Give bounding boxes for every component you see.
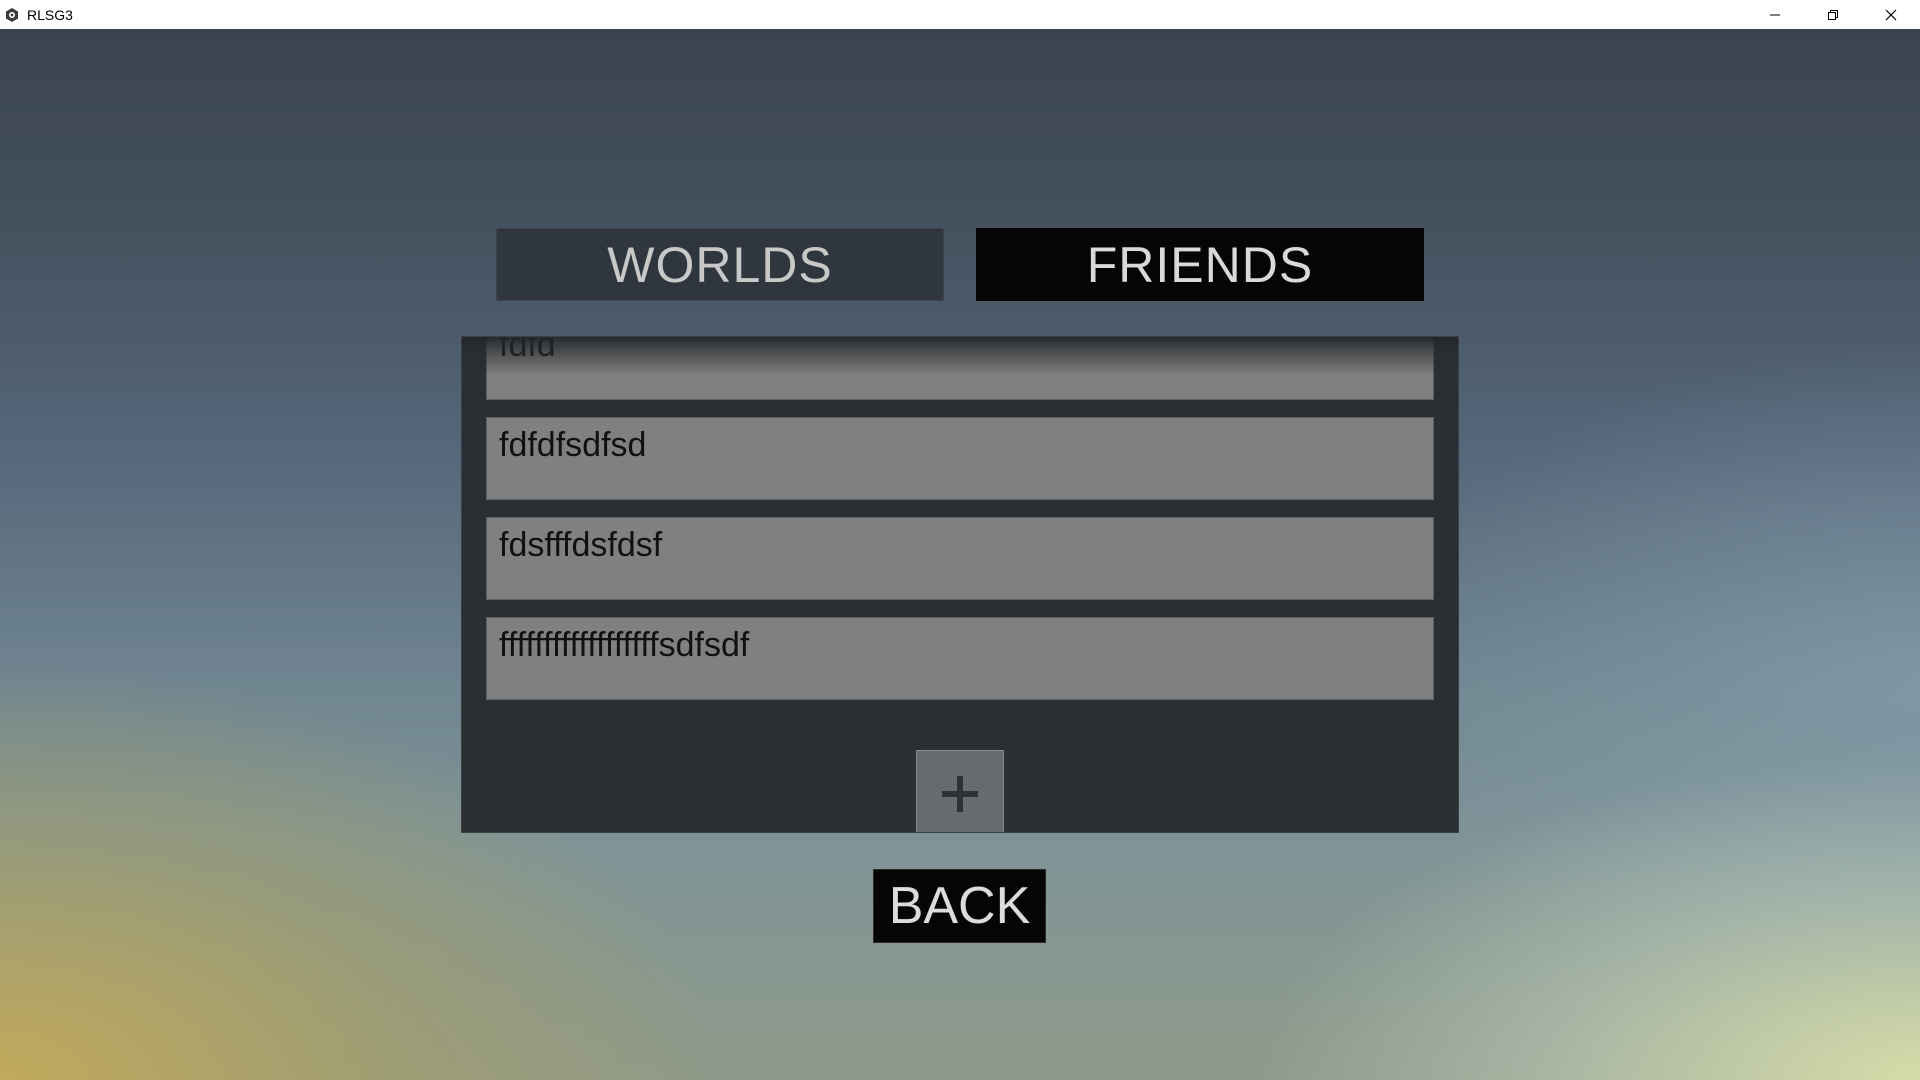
window-title: RLSG3 [27, 6, 73, 23]
window-controls [1746, 0, 1920, 29]
friend-item[interactable]: fdsfffdsfdsf [486, 517, 1434, 600]
restore-button[interactable] [1804, 0, 1862, 29]
tab-friends-label: FRIENDS [1086, 236, 1314, 293]
minimize-icon [1770, 14, 1780, 15]
tab-worlds-label: WORLDS [607, 236, 833, 293]
close-icon [1885, 9, 1897, 20]
friend-name: ffffffffffffffffffsdfsdf [499, 626, 750, 664]
friends-list: fdfd fdfdfsdfsd fdsfffdsfdsf fffffffffff… [486, 336, 1434, 717]
gear-icon [3, 6, 21, 24]
friend-item[interactable]: ffffffffffffffffffsdfsdf [486, 617, 1434, 700]
add-friend-button[interactable] [916, 750, 1004, 832]
friends-panel[interactable]: fdfd fdfdfsdfsd fdsfffdsfdsf fffffffffff… [461, 336, 1459, 833]
restore-icon [1828, 9, 1838, 20]
close-button[interactable] [1862, 0, 1920, 29]
friend-name: fdfdfsdfsd [499, 426, 647, 464]
minimize-button[interactable] [1746, 0, 1804, 29]
back-button-label: BACK [888, 877, 1031, 935]
title-bar[interactable]: RLSG3 [0, 0, 1920, 29]
friend-name: fdsfffdsfdsf [499, 526, 663, 564]
plus-icon [942, 776, 978, 812]
back-button[interactable]: BACK [873, 869, 1046, 943]
game-viewport: WORLDS FRIENDS fdfd fdfdfsdfsd fdsfffdsf… [0, 29, 1920, 1080]
friend-item[interactable]: fdfd [486, 336, 1434, 400]
friend-item[interactable]: fdfdfsdfsd [486, 417, 1434, 500]
tab-friends[interactable]: FRIENDS [976, 228, 1424, 301]
game-window: RLSG3 WORLDS FRIENDS fdfd fdfdfsdfsd fds… [0, 0, 1920, 1080]
tab-worlds[interactable]: WORLDS [496, 228, 944, 301]
friend-name: fdfd [499, 336, 556, 364]
